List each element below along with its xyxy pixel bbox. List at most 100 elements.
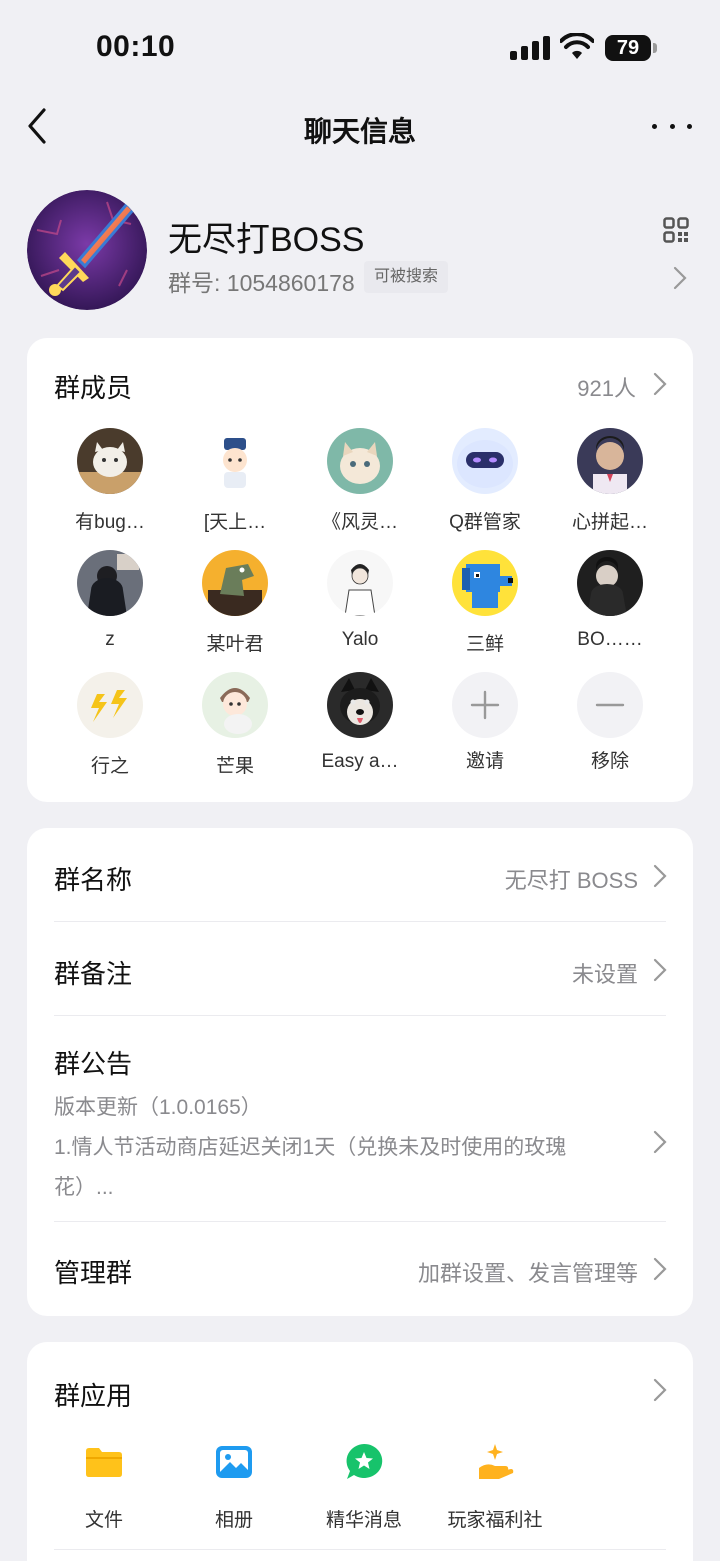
- searchable-badge: 可被搜索: [364, 261, 449, 293]
- member-count[interactable]: 921人: [577, 371, 636, 403]
- notice-text-line: 花）...: [54, 1176, 114, 1199]
- anime-cat-avatar-icon: [202, 672, 268, 738]
- hoodie-avatar-icon: [77, 550, 143, 616]
- member-item[interactable]: 有bug…: [50, 428, 170, 534]
- remove-label: 移除: [590, 751, 629, 772]
- app-label: 玩家福利社: [447, 1510, 543, 1531]
- member-item[interactable]: Easy a…: [300, 672, 420, 773]
- wifi-icon: [560, 33, 594, 59]
- dark-portrait-avatar-icon: [577, 550, 643, 616]
- member-item[interactable]: Yalo: [300, 550, 420, 651]
- group-avatar[interactable]: [27, 190, 147, 310]
- member-name: BO……: [577, 629, 643, 650]
- member-name: Yalo: [341, 629, 379, 650]
- kitten-avatar-icon: [327, 428, 393, 494]
- chevron-right-icon: [653, 864, 667, 888]
- cartoon-boy-avatar-icon: [202, 428, 268, 494]
- member-name: 《风灵…: [321, 512, 398, 533]
- group-remark-label: 群备注: [54, 959, 133, 989]
- app-player-welfare[interactable]: 玩家福利社: [430, 1442, 560, 1532]
- status-bar: 00:10 79: [0, 0, 720, 96]
- manage-group-value: 加群设置、发言管理等: [417, 1261, 638, 1286]
- group-notice-row[interactable]: 群公告 版本更新（1.0.0165） 1.情人节活动商店延迟关闭1天（兑换未及时…: [27, 1016, 693, 1221]
- chevron-right-icon[interactable]: [652, 1377, 668, 1403]
- gift-hand-icon: [479, 1444, 514, 1479]
- plus-icon: [452, 672, 518, 738]
- chevron-right-icon: [653, 1257, 667, 1281]
- group-apps-title[interactable]: 群应用: [54, 1376, 132, 1413]
- page-title: 聊天信息: [303, 116, 416, 147]
- group-settings-card: 群名称 无尽打 BOSS 群备注 未设置 群公告 版本更新（1.0.0165） …: [27, 828, 693, 1316]
- album-icon: [216, 1446, 252, 1478]
- member-name: Q群管家: [449, 512, 521, 533]
- app-label: 精华消息: [325, 1510, 402, 1531]
- nav-bar: 聊天信息: [0, 96, 720, 160]
- group-notice-label: 群公告: [54, 1049, 133, 1079]
- folder-icon: [86, 1448, 122, 1477]
- member-item[interactable]: BO……: [550, 550, 670, 651]
- battery-icon: 79: [605, 35, 657, 61]
- member-item[interactable]: 行之: [50, 672, 170, 778]
- group-name-value: 无尽打 BOSS: [504, 868, 638, 893]
- member-name: 有bug…: [75, 512, 145, 533]
- pixel-dog-avatar-icon: [452, 550, 518, 616]
- chevron-right-icon[interactable]: [652, 371, 668, 397]
- chevron-right-icon: [673, 266, 687, 290]
- app-album[interactable]: 相册: [169, 1442, 299, 1532]
- cat-avatar-icon: [77, 428, 143, 494]
- more-options-button[interactable]: [652, 120, 692, 132]
- sketch-avatar-icon: [327, 550, 393, 617]
- star-message-icon: [346, 1443, 383, 1479]
- member-name: 心拼起…: [571, 512, 648, 533]
- manage-group-label: 管理群: [54, 1258, 133, 1288]
- chevron-right-icon: [653, 1130, 667, 1154]
- member-item[interactable]: 心拼起…: [550, 428, 670, 534]
- remove-member-button[interactable]: 移除: [550, 672, 670, 773]
- group-name: 无尽打BOSS: [168, 221, 365, 259]
- status-time: 00:10: [96, 30, 176, 63]
- invite-member-button[interactable]: 邀请: [425, 672, 545, 773]
- member-name: 芒果: [215, 756, 254, 777]
- signal-icon: [510, 36, 550, 60]
- member-name: [天上…: [203, 512, 267, 533]
- member-name: Easy a…: [321, 751, 399, 772]
- invite-label: 邀请: [465, 751, 504, 772]
- member-item[interactable]: 三鲜: [425, 550, 545, 656]
- husky-avatar-icon: [327, 672, 393, 738]
- member-item[interactable]: [天上…: [175, 428, 295, 534]
- qr-code-icon[interactable]: [663, 217, 689, 243]
- member-item[interactable]: 某叶君: [175, 550, 295, 656]
- manage-group-row[interactable]: 管理群 加群设置、发言管理等: [27, 1222, 693, 1316]
- group-members-card: 群成员 921人 有bug… [天上… 《风灵… Q群管家 心拼起… z 某叶君…: [27, 338, 693, 802]
- app-files[interactable]: 文件: [39, 1442, 169, 1532]
- battery-level: 79: [605, 35, 651, 61]
- group-profile-header[interactable]: 无尽打BOSS 群号: 1054860178 可被搜索: [0, 180, 720, 320]
- members-title: 群成员: [54, 373, 133, 403]
- group-apps-card: 群应用 文件 相册 精华消息 玩家福利社: [27, 1342, 693, 1561]
- member-item[interactable]: 芒果: [175, 672, 295, 778]
- group-name-label: 群名称: [54, 865, 133, 895]
- app-essence-messages[interactable]: 精华消息: [299, 1442, 429, 1532]
- member-name: 行之: [90, 756, 129, 777]
- dinosaur-avatar-icon: [202, 550, 268, 616]
- minus-icon: [577, 672, 643, 738]
- chevron-right-icon: [653, 958, 667, 982]
- member-name: 三鲜: [465, 634, 504, 655]
- group-number: 群号: 1054860178: [168, 270, 355, 296]
- member-item[interactable]: 《风灵…: [300, 428, 420, 534]
- app-label: 相册: [214, 1510, 253, 1531]
- member-name: 某叶君: [206, 634, 264, 655]
- member-name: z: [105, 629, 115, 650]
- app-label: 文件: [84, 1510, 123, 1531]
- robot-avatar-icon: [452, 428, 518, 494]
- divider: [54, 1549, 666, 1550]
- member-item[interactable]: Q群管家: [425, 428, 545, 534]
- boy-photo-avatar-icon: [577, 428, 643, 494]
- group-name-row[interactable]: 群名称 无尽打 BOSS: [27, 828, 693, 922]
- group-remark-row[interactable]: 群备注 未设置: [27, 922, 693, 1015]
- group-remark-value: 未设置: [571, 962, 638, 987]
- notice-text-line: 1.情人节活动商店延迟关闭1天（兑换未及时使用的玫瑰: [54, 1136, 567, 1159]
- lightning-avatar-icon: [77, 672, 143, 738]
- member-item[interactable]: z: [50, 550, 170, 651]
- notice-text-line: 版本更新（1.0.0165）: [54, 1096, 262, 1119]
